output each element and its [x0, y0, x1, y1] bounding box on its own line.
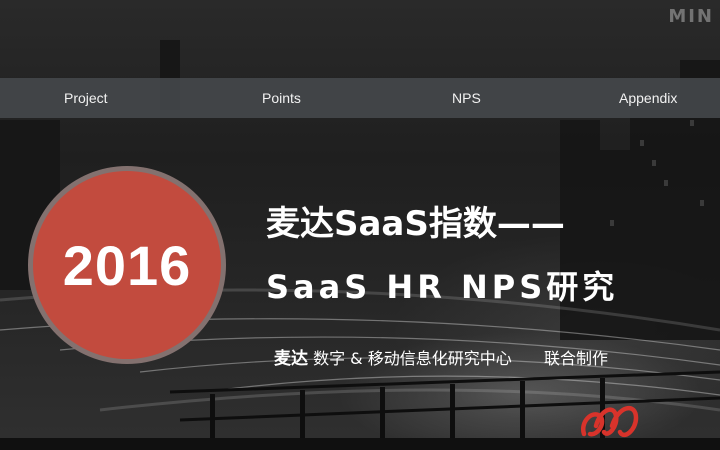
nav-item-project[interactable]: Project — [64, 78, 108, 118]
subtitle-suffix: 联合制作 — [543, 349, 608, 368]
top-navigation-bar: Project Points NPS Appendix — [0, 78, 720, 118]
subtitle-org: 数字 & 移动信息化研究中心 — [313, 349, 512, 368]
nav-item-nps[interactable]: NPS — [452, 78, 481, 118]
title-line-2: SaaS HR NPS研究 — [266, 268, 619, 306]
subtitle-credit: 麦达 数字 & 移动信息化研究中心 联合制作 — [274, 344, 608, 369]
nav-item-points[interactable]: Points — [262, 78, 301, 118]
title-line-1: 麦达SaaS指数—— — [266, 204, 565, 244]
top-right-logo-text: MIN — [668, 6, 714, 27]
year-badge-text: 2016 — [62, 233, 192, 297]
maida-logo-icon — [580, 405, 639, 438]
subtitle-brand: 麦达 — [274, 349, 308, 369]
nav-item-appendix[interactable]: Appendix — [619, 78, 677, 118]
year-badge-circle: 2016 — [28, 166, 226, 364]
